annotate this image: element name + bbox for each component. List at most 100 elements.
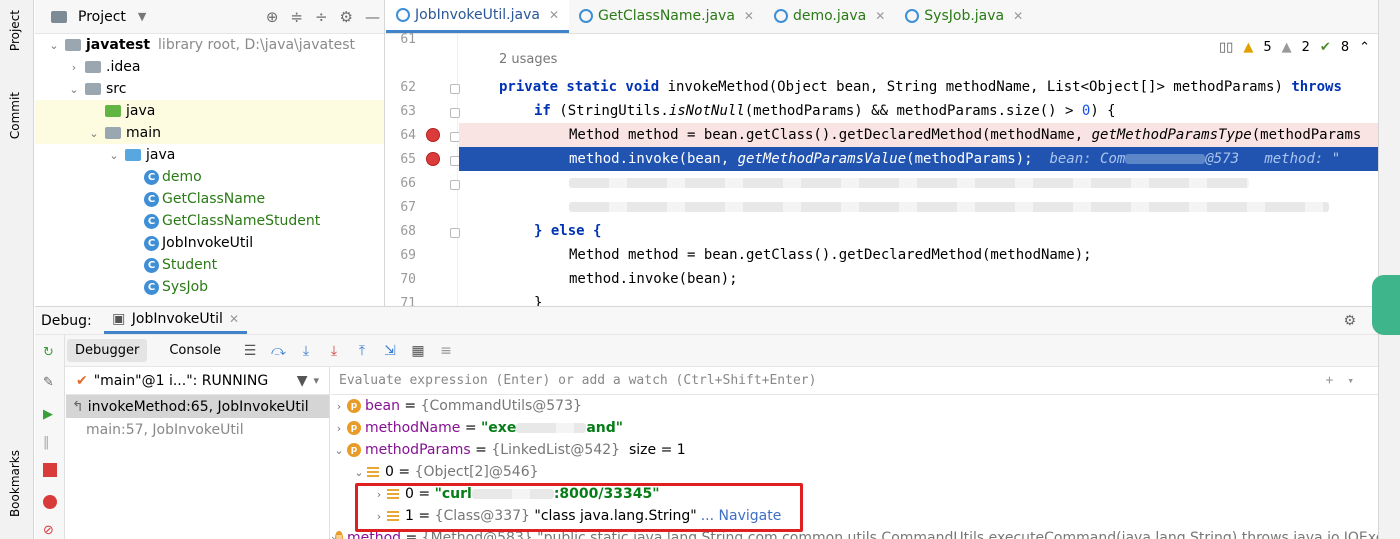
gear-icon[interactable]: ⚙ bbox=[340, 8, 353, 26]
tab-jobinvokeutil[interactable]: JobInvokeUtil.java ✕ bbox=[386, 0, 570, 33]
hide-icon[interactable]: — bbox=[365, 8, 380, 26]
tree-item[interactable]: C JobInvokeUtil bbox=[35, 232, 384, 254]
tree-item[interactable]: C GetClassName bbox=[35, 188, 384, 210]
layout-icon[interactable]: ☰ bbox=[243, 344, 257, 358]
step-over-icon[interactable]: ⤓ bbox=[299, 344, 313, 358]
tree-item[interactable]: ⌄ java bbox=[35, 144, 384, 166]
project-tool-tab[interactable]: Project bbox=[8, 10, 22, 51]
breakpoint-icon[interactable] bbox=[426, 128, 440, 142]
line-number: 71 bbox=[400, 296, 416, 306]
rerun-icon[interactable]: ↻ bbox=[43, 345, 57, 360]
variable-row[interactable]: › p bean = {CommandUtils@573} bbox=[331, 395, 1378, 417]
close-icon[interactable]: ✕ bbox=[549, 8, 559, 22]
show-execution-point-icon[interactable]: ⤼ bbox=[271, 344, 286, 358]
tree-item[interactable]: ⌄ javatest library root, D:\java\javatest bbox=[35, 34, 384, 56]
parameter-icon: p bbox=[347, 443, 361, 457]
variable-name: methodParams bbox=[365, 442, 471, 458]
variable-row[interactable]: ⌄ 0 = {Object[2]@546} bbox=[331, 461, 1378, 483]
view-breakpoints-icon[interactable] bbox=[43, 495, 57, 509]
tree-item[interactable]: C SysJob bbox=[35, 276, 384, 298]
parameter-icon: p bbox=[347, 399, 361, 413]
mute-breakpoints-icon[interactable]: ⊘ bbox=[43, 523, 57, 538]
chevron-down-icon[interactable]: ⌄ bbox=[351, 466, 367, 479]
tree-item[interactable]: Cdemo bbox=[35, 166, 384, 188]
tree-item[interactable]: C GetClassNameStudent bbox=[35, 210, 384, 232]
step-into-icon[interactable]: ⤓ bbox=[327, 344, 341, 358]
watch-input[interactable]: Evaluate expression (Enter) or add a wat… bbox=[331, 367, 1378, 395]
tree-item[interactable]: java bbox=[35, 100, 384, 122]
variable-row[interactable]: › p methodName = "exe and" bbox=[331, 417, 1378, 439]
line-number: 61 bbox=[400, 32, 416, 47]
tab-debugger[interactable]: Debugger bbox=[67, 339, 148, 362]
close-icon[interactable]: ✕ bbox=[1013, 9, 1023, 23]
evaluate-icon[interactable]: ▦ bbox=[411, 344, 425, 358]
trace-icon[interactable]: ≡ bbox=[439, 344, 453, 358]
tree-item[interactable]: ⌄ src bbox=[35, 78, 384, 100]
tree-item-note: library root, D:\java\javatest bbox=[158, 37, 355, 53]
collapse-all-icon[interactable]: ÷ bbox=[315, 8, 328, 26]
tree-item[interactable]: C Student bbox=[35, 254, 384, 276]
line-number: 63 bbox=[400, 104, 416, 119]
close-icon[interactable]: ✕ bbox=[744, 9, 754, 23]
tab-demo[interactable]: demo.java ✕ bbox=[764, 0, 895, 33]
line-number: 66 bbox=[400, 176, 416, 191]
code-token: (methodParams) && methodParams.size() > bbox=[744, 103, 1082, 119]
bookmarks-tool-tab[interactable]: Bookmarks bbox=[8, 450, 22, 517]
run-to-cursor-icon[interactable]: ⇲ bbox=[383, 344, 397, 358]
resume-icon[interactable]: ▶ bbox=[43, 407, 57, 422]
filter-icon[interactable]: ▼ bbox=[297, 373, 308, 389]
tab-sysjob[interactable]: SysJob.java ✕ bbox=[895, 0, 1033, 33]
commit-tool-tab[interactable]: Commit bbox=[8, 92, 22, 139]
pause-icon[interactable]: ‖ bbox=[43, 435, 57, 450]
tree-item-label: SysJob bbox=[162, 279, 209, 295]
debug-header: Debug: ▣ JobInvokeUtil ✕ ⚙ bbox=[35, 307, 1378, 335]
class-icon bbox=[396, 7, 410, 22]
editor-tabs: JobInvokeUtil.java ✕ GetClassName.java ✕… bbox=[386, 0, 1378, 34]
frame-row[interactable]: ↰ invokeMethod:65, JobInvokeUtil bbox=[66, 395, 329, 418]
breakpoint-icon[interactable] bbox=[426, 152, 440, 166]
chevron-down-icon[interactable]: ⌄ bbox=[87, 127, 101, 140]
folder-icon bbox=[125, 149, 141, 161]
debug-session-tab[interactable]: ▣ JobInvokeUtil ✕ bbox=[103, 307, 247, 334]
chevron-right-icon[interactable]: › bbox=[331, 422, 347, 435]
add-watch-icon[interactable]: + bbox=[1326, 373, 1334, 388]
tree-item-label: demo bbox=[162, 169, 202, 185]
project-panel-title[interactable]: Project bbox=[78, 9, 126, 25]
project-panel-header: Project ▼ ⊕ ≑ ÷ ⚙ — bbox=[35, 0, 384, 34]
code-line: } bbox=[459, 291, 1378, 306]
code-area[interactable]: private static void invokeMethod(Object … bbox=[459, 34, 1378, 306]
chevron-down-icon[interactable]: ⌄ bbox=[67, 83, 81, 96]
tab-getclassname[interactable]: GetClassName.java ✕ bbox=[569, 0, 764, 33]
step-out-icon[interactable]: ⤒ bbox=[355, 344, 369, 358]
tab-console[interactable]: Console bbox=[161, 339, 229, 362]
close-icon[interactable]: ✕ bbox=[875, 9, 885, 23]
code-token: getMethodParamsValue bbox=[737, 151, 907, 167]
folder-icon bbox=[65, 39, 81, 51]
frame-row[interactable]: main:57, JobInvokeUtil bbox=[66, 418, 329, 441]
thread-selector[interactable]: ✔ "main"@1 i...": RUNNING ▼ ▾ bbox=[66, 367, 329, 395]
variable-type: {LinkedList@542} bbox=[491, 442, 621, 458]
folder-icon bbox=[105, 127, 121, 139]
chevron-right-icon[interactable]: › bbox=[331, 400, 347, 413]
gear-icon[interactable]: ⚙ bbox=[1343, 313, 1356, 329]
variable-row[interactable]: ⌄ p methodParams = {LinkedList@542} size… bbox=[331, 439, 1378, 461]
stop-icon[interactable] bbox=[43, 463, 57, 477]
chevron-down-icon[interactable]: ▾ bbox=[1347, 374, 1354, 387]
chevron-down-icon[interactable]: ⌄ bbox=[107, 149, 121, 162]
variable-value: {Object[2]@546} bbox=[414, 464, 539, 480]
chevron-down-icon[interactable]: ⌄ bbox=[47, 39, 61, 52]
chevron-down-icon[interactable]: ⌄ bbox=[331, 444, 347, 457]
redacted-area bbox=[569, 178, 1249, 188]
expand-all-icon[interactable]: ≑ bbox=[290, 8, 303, 26]
close-icon[interactable]: ✕ bbox=[229, 312, 239, 326]
tree-item[interactable]: › .idea bbox=[35, 56, 384, 78]
frames-panel: ✔ "main"@1 i...": RUNNING ▼ ▾ ↰ invokeMe… bbox=[66, 367, 330, 539]
chevron-right-icon[interactable]: › bbox=[67, 61, 81, 74]
locate-icon[interactable]: ⊕ bbox=[266, 8, 279, 26]
chevron-down-icon[interactable]: ▾ bbox=[313, 374, 319, 387]
chevron-down-icon[interactable]: ▼ bbox=[138, 10, 146, 23]
wrench-icon[interactable]: ✎ bbox=[43, 375, 57, 390]
code-token: ) { bbox=[1090, 103, 1116, 119]
code-token: Method method = bean.getClass().getDecla… bbox=[569, 127, 1092, 143]
tree-item[interactable]: ⌄ main bbox=[35, 122, 384, 144]
